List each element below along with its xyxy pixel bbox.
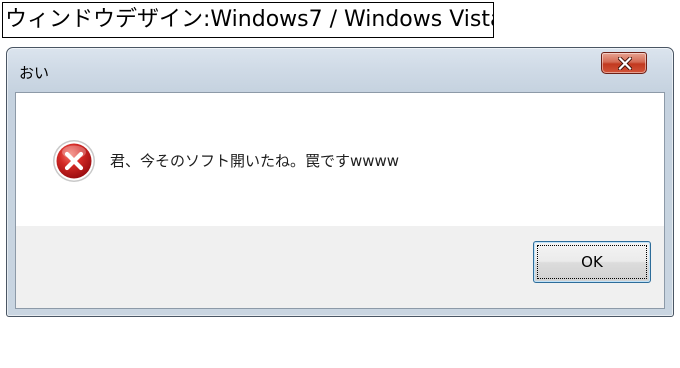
ok-button[interactable]: OK [533,241,651,283]
window-title: おい [19,64,50,82]
close-button[interactable] [601,52,647,74]
message-panel: 君、今そのソフト開いたね。罠ですwwww [16,93,664,226]
caption-label: ウィンドウデザイン:Windows7 / Windows Vista [2,2,494,38]
close-x-icon [618,57,632,70]
dialog-client-area: 君、今そのソフト開いたね。罠ですwwww OK [15,92,665,309]
error-icon [53,140,95,182]
ok-button-label: OK [581,253,603,271]
dialog-message: 君、今そのソフト開いたね。罠ですwwww [110,152,400,170]
dialog-window: おい 君、今そのソフト開いたね。罠ですwwww OK [6,47,674,317]
